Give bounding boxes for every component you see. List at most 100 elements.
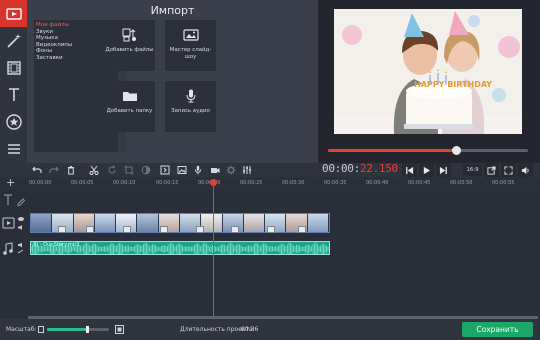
more-tools[interactable] (0, 135, 27, 162)
playhead-handle[interactable] (210, 179, 217, 186)
skip-back-icon (406, 166, 414, 174)
crop-icon (124, 165, 133, 175)
titles-tool[interactable] (0, 81, 27, 108)
star-badge-icon (5, 113, 22, 130)
detach-preview-button[interactable] (484, 163, 499, 177)
add-files-icon (122, 28, 136, 42)
redo-icon (48, 166, 59, 173)
transition-marker[interactable] (160, 226, 168, 233)
playhead[interactable] (210, 179, 217, 316)
zoom-in-icon[interactable] (115, 325, 124, 334)
import-tool[interactable] (0, 0, 27, 27)
audio-clip[interactable]: 3] - Our Story.mp3 (30, 241, 330, 255)
transition-marker[interactable] (86, 226, 94, 233)
timeline-ruler[interactable]: + 00:00:00 00:00:05 00:00:10 00:00:15 00… (0, 176, 540, 189)
fullscreen-icon (504, 165, 513, 175)
stickers-tool[interactable] (0, 108, 27, 135)
add-track-button[interactable]: + (6, 176, 15, 189)
track-volume-icon[interactable] (18, 242, 22, 248)
zoom-slider-handle[interactable] (86, 326, 90, 333)
transition-marker[interactable] (196, 226, 204, 233)
aspect-ratio-button[interactable]: 16:9 (463, 164, 482, 176)
delete-button[interactable] (64, 164, 77, 176)
seek-handle[interactable] (452, 146, 461, 155)
volume-button[interactable] (518, 163, 533, 177)
media-import-icon (5, 7, 22, 20)
zoom-slider[interactable] (47, 326, 109, 333)
add-files-button[interactable]: Добавить файлы (104, 20, 155, 71)
previous-button[interactable] (402, 163, 417, 177)
video-track-icon (2, 217, 15, 229)
record-voice-button[interactable] (191, 164, 204, 176)
settings-button[interactable] (224, 164, 237, 176)
rotate-icon (108, 165, 115, 174)
trash-icon (67, 166, 74, 175)
rotate-button[interactable] (105, 164, 118, 176)
undo-icon (31, 166, 42, 173)
transitions-tool[interactable] (0, 54, 27, 81)
film-icon (6, 60, 21, 75)
add-folder-button[interactable]: Добавить папку (104, 81, 155, 132)
tick-label: 00:00:55 (492, 180, 515, 186)
seek-progress (328, 149, 456, 152)
scissors-icon (89, 165, 98, 175)
equalizer-button[interactable] (240, 164, 253, 176)
video-preview-frame[interactable]: HAPPY BIRTHDAY (334, 9, 522, 134)
transition-marker[interactable] (58, 226, 66, 233)
panel-title: Импорт (150, 4, 195, 17)
import-panel: Импорт Мои файлы Звуки Музыка Видеоклипы… (27, 0, 318, 163)
record-audio-button[interactable]: Запись аудио (165, 81, 216, 132)
video-clip[interactable] (30, 213, 330, 233)
next-button[interactable] (436, 163, 451, 177)
audio-clip-name: 3] - Our Story.mp3 (33, 242, 80, 248)
zoom-slider-fill (47, 328, 88, 331)
color-adjust-button[interactable] (139, 164, 152, 176)
filters-tool[interactable] (0, 27, 27, 54)
transition-marker[interactable] (298, 226, 306, 233)
seek-bar[interactable] (328, 146, 528, 155)
edit-track-icon[interactable] (17, 198, 26, 206)
slideshow-wizard-icon (182, 29, 199, 41)
crop-button[interactable] (122, 164, 135, 176)
tick-label: 00:00:50 (450, 180, 473, 186)
image-icon (177, 166, 186, 174)
cut-button[interactable] (87, 164, 100, 176)
transition-marker[interactable] (231, 226, 239, 233)
tick-label: 00:00:10 (113, 180, 136, 186)
track-mute-icon[interactable] (18, 225, 22, 230)
speaker-icon (521, 166, 529, 174)
tick-label: 00:00:35 (324, 180, 347, 186)
play-button[interactable] (419, 163, 434, 177)
capture-video-button[interactable] (208, 164, 221, 176)
track-visibility-icon[interactable] (18, 217, 24, 221)
add-folder-label: Добавить папку (106, 108, 153, 114)
microphone-icon (194, 165, 201, 175)
tick-label: 00:00:40 (366, 180, 389, 186)
clip-properties-button[interactable] (158, 164, 171, 176)
video-thumbnails (31, 214, 329, 232)
undo-button[interactable] (30, 164, 43, 176)
track-settings-icon[interactable] (17, 249, 24, 254)
preview-panel: HAPPY BIRTHDAY (318, 0, 540, 163)
slideshow-wizard-button[interactable]: Мастер слайд-шоу (165, 20, 216, 71)
title-track-header (4, 194, 26, 206)
gear-icon (226, 165, 235, 175)
save-button[interactable]: Сохранить (462, 322, 533, 337)
play-icon (423, 166, 431, 174)
music-note-icon (3, 242, 13, 255)
tick-label: 00:00:00 (29, 180, 52, 186)
external-window-icon (487, 165, 496, 175)
transition-marker[interactable] (267, 226, 275, 233)
svg-text:HAPPY BIRTHDAY: HAPPY BIRTHDAY (414, 80, 492, 89)
folder-icon (122, 92, 137, 101)
transition-marker[interactable] (123, 226, 131, 233)
tick-label: 00:00:15 (156, 180, 179, 186)
fullscreen-button[interactable] (501, 163, 516, 177)
media-info-button[interactable] (175, 164, 188, 176)
zoom-out-icon[interactable] (38, 326, 44, 333)
redo-button[interactable] (47, 164, 60, 176)
timecode-current: 00:00: (322, 162, 360, 175)
slideshow-wizard-label: Мастер слайд-шоу (169, 47, 212, 60)
record-audio-label: Запись аудио (171, 108, 210, 114)
project-duration: 00:36 (241, 326, 259, 333)
